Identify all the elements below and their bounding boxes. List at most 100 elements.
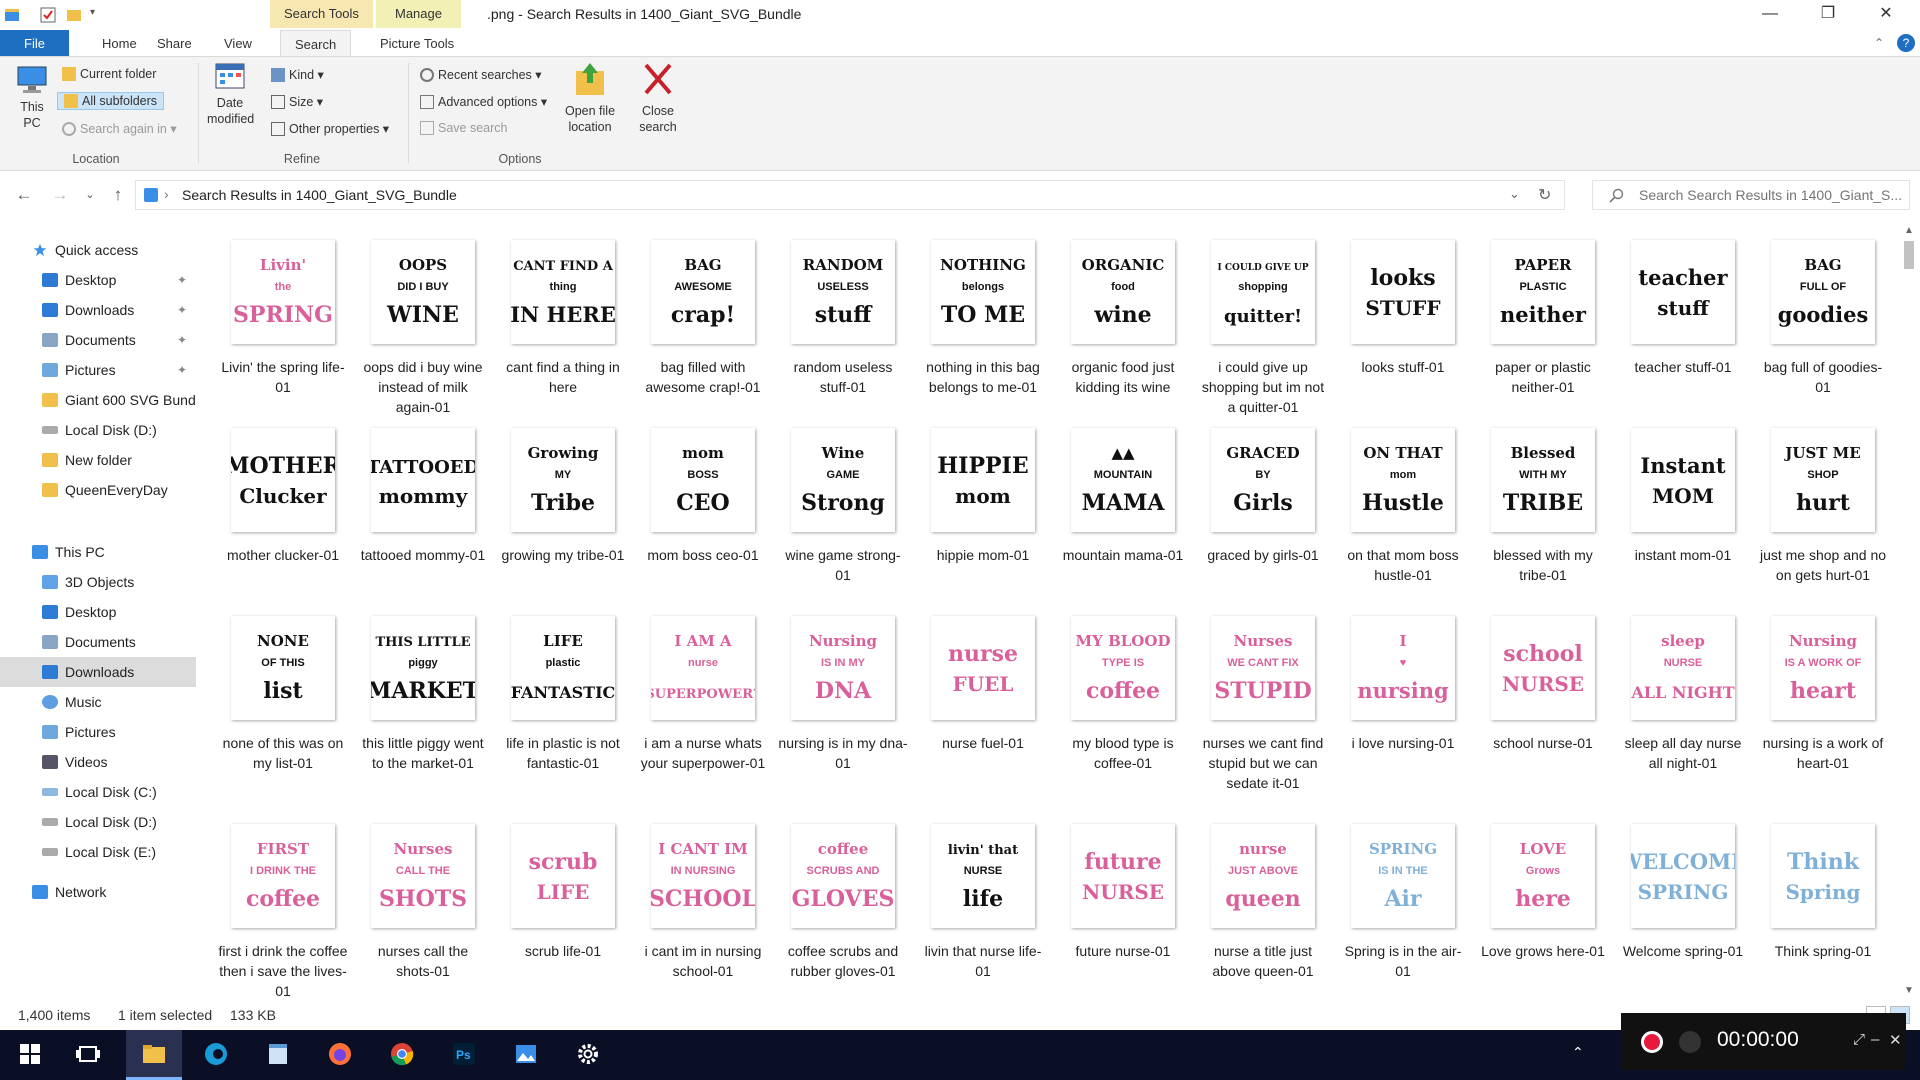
nav-pc-documents[interactable]: Documents [0, 627, 196, 657]
file-thumbnail[interactable]: Nursing IS A WORK OF heart [1771, 616, 1875, 720]
save-search-button[interactable]: Save search [420, 121, 507, 135]
file-thumbnail[interactable]: NOTHING belongs TO ME [931, 240, 1035, 344]
advanced-options-dropdown[interactable]: Advanced options ▾ [420, 94, 547, 109]
taskbar-edge[interactable] [188, 1030, 244, 1080]
restore-button[interactable]: ❐ [1800, 0, 1856, 30]
file-item[interactable]: school NURSE school nurse-01 [1475, 616, 1611, 753]
file-thumbnail[interactable]: ORGANIC food wine [1071, 240, 1175, 344]
nav-desktop[interactable]: Desktop ✦ [0, 265, 196, 295]
file-thumbnail[interactable]: looks STUFF [1351, 240, 1455, 344]
nav-pictures[interactable]: Pictures ✦ [0, 355, 196, 385]
file-thumbnail[interactable]: coffee SCRUBS AND GLOVES [791, 824, 895, 928]
nav-pc-pictures[interactable]: Pictures [0, 717, 196, 747]
nav-documents[interactable]: Documents ✦ [0, 325, 196, 355]
file-item[interactable]: ▲▲ MOUNTAIN MAMA mountain mama-01 [1055, 428, 1191, 565]
forward-arrow-icon[interactable]: → [48, 183, 72, 207]
file-item[interactable]: TATTOOED mommy tattooed mommy-01 [355, 428, 491, 565]
file-thumbnail[interactable]: SPRING IS IN THE Air [1351, 824, 1455, 928]
file-item[interactable]: BAG AWESOME crap! bag filled with awesome c… [635, 240, 771, 397]
file-thumbnail[interactable]: scrub LIFE [511, 824, 615, 928]
nav-network[interactable]: Network [0, 877, 196, 907]
tab-picture-tools[interactable]: Picture Tools [366, 30, 468, 57]
recent-searches-dropdown[interactable]: Recent searches ▾ [420, 67, 542, 82]
start-button[interactable] [2, 1030, 58, 1080]
file-thumbnail[interactable]: Nursing IS IN MY DNA [791, 616, 895, 720]
file-thumbnail[interactable]: ON THAT mom Hustle [1351, 428, 1455, 532]
file-thumbnail[interactable]: livin' that NURSE life [931, 824, 1035, 928]
file-thumbnail[interactable]: Instant MOM [1631, 428, 1735, 532]
file-item[interactable]: SPRING IS IN THE Air Spring is in the air-0… [1335, 824, 1471, 981]
vertical-scrollbar[interactable]: ▲ ▼ [1900, 225, 1918, 1001]
file-item[interactable]: BAG FULL OF goodies bag full of goodies-01 [1755, 240, 1891, 397]
file-thumbnail[interactable]: Think Spring [1771, 824, 1875, 928]
file-thumbnail[interactable]: Wine GAME Strong [791, 428, 895, 532]
context-tab-manage[interactable]: Manage [376, 0, 461, 28]
nav-local-disk-e[interactable]: Local Disk (E:) [0, 837, 196, 867]
other-properties-dropdown[interactable]: Other properties ▾ [271, 121, 389, 136]
taskbar-photoshop[interactable]: Ps [436, 1030, 492, 1080]
this-pc-button[interactable]: This PC [14, 65, 50, 131]
search-again-button[interactable]: Search again in ▾ [62, 121, 177, 136]
file-item[interactable]: HIPPIE mom hippie mom-01 [915, 428, 1051, 565]
file-item[interactable]: JUST ME SHOP hurt just me shop and no on ge… [1755, 428, 1891, 585]
taskbar-chrome[interactable] [374, 1030, 430, 1080]
file-item[interactable]: NOTHING belongs TO ME nothing in this bag b… [915, 240, 1051, 397]
close-recorder-icon[interactable]: ✕ [1889, 1031, 1902, 1049]
scroll-down-icon[interactable]: ▼ [1903, 985, 1915, 996]
tab-share[interactable]: Share [143, 30, 206, 57]
file-item[interactable]: Nurses CALL THE SHOTS nurses call the shots… [355, 824, 491, 981]
file-item[interactable]: LIFE plastic FANTASTIC life in plastic is n… [495, 616, 631, 773]
file-item[interactable]: Think Spring Think spring-01 [1755, 824, 1891, 961]
file-item[interactable]: ON THAT mom Hustle on that mom boss hustle-… [1335, 428, 1471, 585]
file-thumbnail[interactable]: OOPS DID I BUY WINE [371, 240, 475, 344]
file-thumbnail[interactable]: nurse FUEL [931, 616, 1035, 720]
all-subfolders-button[interactable]: All subfolders [57, 92, 165, 110]
microphone-icon[interactable] [1679, 1031, 1701, 1053]
file-item[interactable]: RANDOM USELESS stuff random useless stuff-0… [775, 240, 911, 397]
address-field[interactable]: › Search Results in 1400_Giant_SVG_Bundl… [135, 180, 1565, 210]
close-search-button[interactable]: Close search [634, 61, 682, 135]
file-thumbnail[interactable]: future NURSE [1071, 824, 1175, 928]
expand-icon[interactable]: ⤢ [1853, 1031, 1865, 1048]
file-item[interactable]: Wine GAME Strong wine game strong-01 [775, 428, 911, 585]
file-thumbnail[interactable]: JUST ME SHOP hurt [1771, 428, 1875, 532]
tab-home[interactable]: Home [88, 30, 151, 57]
file-item[interactable]: coffee SCRUBS AND GLOVES coffee scrubs and … [775, 824, 911, 981]
search-box[interactable] [1592, 180, 1910, 210]
date-modified-button[interactable]: Date modified [207, 61, 254, 127]
nav-downloads[interactable]: Downloads ✦ [0, 295, 196, 325]
file-item[interactable]: livin' that NURSE life livin that nurse lif… [915, 824, 1051, 981]
file-item[interactable]: mom BOSS CEO mom boss ceo-01 [635, 428, 771, 565]
current-folder-button[interactable]: Current folder [62, 67, 156, 81]
nav-this-pc[interactable]: This PC [0, 537, 196, 567]
context-tab-search-tools[interactable]: Search Tools [270, 0, 373, 28]
file-thumbnail[interactable]: WELCOME SPRING [1631, 824, 1735, 928]
nav-videos[interactable]: Videos [0, 747, 196, 777]
file-item[interactable]: PAPER PLASTIC neither paper or plastic neit… [1475, 240, 1611, 397]
file-item[interactable]: WELCOME SPRING Welcome spring-01 [1615, 824, 1751, 961]
nav-local-disk-c[interactable]: Local Disk (C:) [0, 777, 196, 807]
file-item[interactable]: FIRST I DRINK THE coffee first i drink the … [215, 824, 351, 1001]
file-item[interactable]: I COULD GIVE UP shopping quitter! i could g… [1195, 240, 1331, 417]
file-thumbnail[interactable]: MOTHER Clucker [231, 428, 335, 532]
tab-file[interactable]: File [0, 30, 69, 57]
file-thumbnail[interactable]: teacher stuff [1631, 240, 1735, 344]
file-thumbnail[interactable]: BAG FULL OF goodies [1771, 240, 1875, 344]
taskbar-photos[interactable] [498, 1030, 554, 1080]
file-thumbnail[interactable]: mom BOSS CEO [651, 428, 755, 532]
file-thumbnail[interactable]: I AM A nurse SUPERPOWER? [651, 616, 755, 720]
file-item[interactable]: I CANT IM IN NURSING SCHOOL i cant im in nu… [635, 824, 771, 981]
file-item[interactable]: Growing MY Tribe growing my tribe-01 [495, 428, 631, 565]
file-item[interactable]: nurse FUEL nurse fuel-01 [915, 616, 1051, 753]
file-item[interactable]: Instant MOM instant mom-01 [1615, 428, 1751, 565]
file-item[interactable]: MY BLOOD TYPE IS coffee my blood type is co… [1055, 616, 1191, 773]
file-thumbnail[interactable]: I ♥ nursing [1351, 616, 1455, 720]
search-input[interactable] [1639, 185, 1901, 205]
file-item[interactable]: Blessed WITH MY TRIBE blessed with my tribe… [1475, 428, 1611, 585]
taskbar-firefox[interactable] [312, 1030, 368, 1080]
minimize-button[interactable]: — [1742, 0, 1798, 30]
kind-dropdown[interactable]: Kind ▾ [271, 67, 324, 82]
file-thumbnail[interactable]: TATTOOED mommy [371, 428, 475, 532]
nav-giant-600[interactable]: Giant 600 SVG Bund [0, 385, 196, 415]
size-dropdown[interactable]: Size ▾ [271, 94, 323, 109]
